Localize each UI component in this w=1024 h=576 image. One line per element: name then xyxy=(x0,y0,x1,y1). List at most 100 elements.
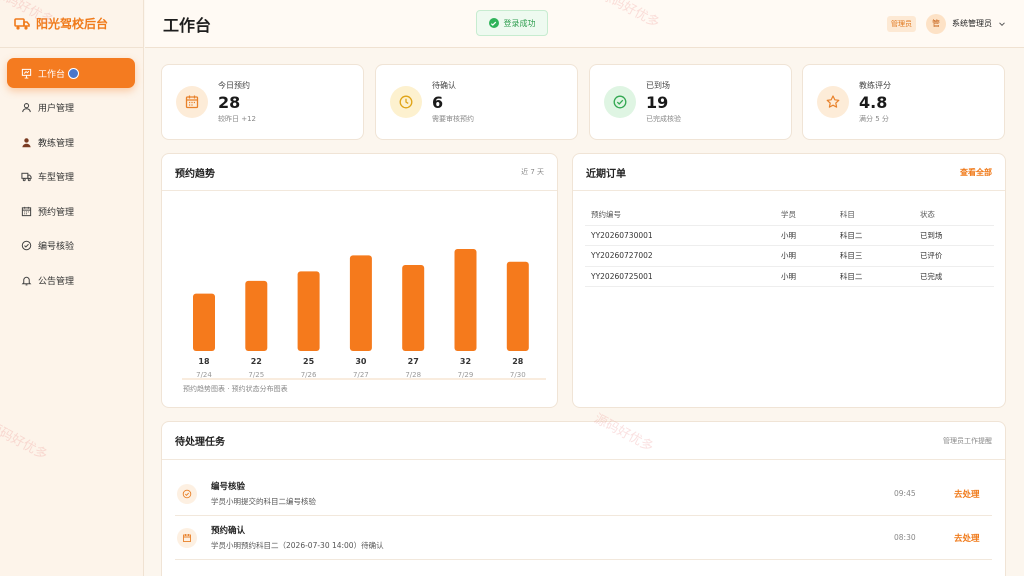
calendar-icon xyxy=(176,86,208,118)
card-header: 待处理任务 管理员工作提醒 xyxy=(162,422,1005,460)
status: 已完成 xyxy=(913,266,994,287)
bar-value-label: 27 xyxy=(408,357,419,366)
truck-logo-icon xyxy=(14,17,30,30)
task-item[interactable]: 预约确认 学员小明预约科目二（2026-07-30 14:00）待确认 08:3… xyxy=(175,516,992,560)
task-desc: 学员小明提交的科目二编号核验 xyxy=(211,497,316,506)
subject: 科目二 xyxy=(833,266,914,287)
subject: 科目二 xyxy=(833,225,914,246)
avatar[interactable]: 管 xyxy=(926,13,946,34)
presentation-icon xyxy=(21,68,32,79)
task-item[interactable]: 编号核验 学员小明提交的科目二编号核验 09:45 去处理 xyxy=(175,472,992,516)
sidebar-item-label: 用户管理 xyxy=(38,104,75,114)
sidebar-item-vehicles[interactable]: 车型管理 xyxy=(7,162,135,192)
brand[interactable]: 阳光驾校后台 xyxy=(0,0,143,48)
handle-button[interactable]: 去处理 xyxy=(954,488,992,500)
handle-button[interactable]: 去处理 xyxy=(954,532,992,544)
sidebar-item-verify[interactable]: 编号核验 xyxy=(7,231,135,261)
range-label[interactable]: 近 7 天 xyxy=(521,167,544,177)
x-tick-label: 7/27 xyxy=(353,371,369,379)
column-header: 状态 xyxy=(913,205,994,226)
order-id: YY20260730001 xyxy=(585,225,775,246)
stat-sub: 满分 5 分 xyxy=(859,115,889,123)
stat-card-today-bookings[interactable]: 今日预约 28 较昨日 +12 xyxy=(161,64,364,140)
card-title: 近期订单 xyxy=(586,168,626,180)
bell-icon xyxy=(21,276,32,285)
bar-value-label: 25 xyxy=(303,357,315,366)
bar-value-label: 22 xyxy=(251,357,262,366)
booking-trend-chart: 18 7/24 22 7/25 25 7/26 30 7/27 27 7/28 32 7/29 28 7/… xyxy=(182,249,546,380)
stat-sub: 已完成核验 xyxy=(646,115,681,123)
sidebar-item-dashboard[interactable]: 工作台 xyxy=(7,58,135,88)
brand-name: 阳光驾校后台 xyxy=(36,17,109,31)
column-header: 科目 xyxy=(833,205,914,226)
table-row[interactable]: YY20260727002 小明 科目三 已评价 xyxy=(585,245,994,267)
stat-label: 教练评分 xyxy=(859,81,891,90)
student: 小明 xyxy=(774,225,834,246)
stat-card-arrived[interactable]: 已到场 19 已完成核验 xyxy=(589,64,792,140)
check-circle-icon xyxy=(604,86,636,118)
login-success-toast: 登录成功 xyxy=(476,10,548,36)
card-header: 近期订单 查看全部 xyxy=(573,154,1005,191)
task-time: 09:45 xyxy=(894,489,916,498)
card-title: 预约趋势 xyxy=(175,168,215,180)
sidebar-item-label: 编号核验 xyxy=(38,242,75,252)
username[interactable]: 系统管理员 xyxy=(952,18,992,29)
stat-card-coach-rating[interactable]: 教练评分 4.8 满分 5 分 xyxy=(802,64,1005,140)
coach-icon xyxy=(22,137,31,147)
table-header-row: 预约编号 学员 科目 状态 xyxy=(585,205,994,226)
stat-label: 今日预约 xyxy=(218,81,250,90)
bar-value-label: 28 xyxy=(512,357,524,366)
sidebar-nav: 工作台 用户管理 教练管理 车型管理 预约管理 编号核验 公告管理 xyxy=(0,48,143,295)
stat-sub: 较昨日 +12 xyxy=(218,115,256,123)
orders-table: 预约编号 学员 科目 状态 YY20260730001 小明 科目二 已到场 Y… xyxy=(585,205,994,287)
header: 工作台 登录成功 管理员 管 系统管理员 xyxy=(145,0,1024,48)
task-title: 预约确认 xyxy=(211,526,246,536)
student: 小明 xyxy=(774,245,834,267)
x-tick-label: 7/25 xyxy=(248,371,264,379)
x-tick-label: 7/29 xyxy=(458,371,474,379)
stat-label: 待确认 xyxy=(432,81,456,90)
chart-bar xyxy=(297,271,320,351)
sidebar-item-label: 工作台 xyxy=(38,69,66,80)
chart-bar xyxy=(506,261,529,351)
task-desc: 学员小明预约科目二（2026-07-30 14:00）待确认 xyxy=(211,541,384,550)
pending-tasks-card: 待处理任务 管理员工作提醒 编号核验 学员小明提交的科目二编号核验 09:45 … xyxy=(161,421,1006,576)
x-tick-label: 7/28 xyxy=(405,371,421,379)
stat-label: 已到场 xyxy=(646,81,670,90)
stat-card-pending[interactable]: 待确认 6 需要审核预约 xyxy=(375,64,578,140)
sidebar-item-bookings[interactable]: 预约管理 xyxy=(7,196,135,226)
view-all-link[interactable]: 查看全部 xyxy=(960,167,992,178)
sidebar-item-users[interactable]: 用户管理 xyxy=(7,93,135,123)
task-title: 编号核验 xyxy=(211,482,246,492)
cursor-indicator xyxy=(68,67,80,79)
column-header: 学员 xyxy=(774,205,834,226)
bar-value-label: 30 xyxy=(355,357,367,366)
tasks-hint: 管理员工作提醒 xyxy=(943,436,992,445)
x-tick-label: 7/26 xyxy=(301,371,317,379)
card-title: 待处理任务 xyxy=(175,437,225,448)
subject: 科目三 xyxy=(833,245,914,267)
role-badge: 管理员 xyxy=(887,15,916,32)
stat-value: 6 xyxy=(432,93,444,112)
chevron-down-icon[interactable] xyxy=(998,20,1006,28)
check-icon xyxy=(488,18,499,28)
status: 已到场 xyxy=(913,225,994,246)
user-menu[interactable]: 管理员 管 系统管理员 xyxy=(887,13,1006,34)
table-row[interactable]: YY20260725001 小明 科目二 已完成 xyxy=(585,266,994,287)
status: 已评价 xyxy=(913,245,994,267)
recent-orders-card: 近期订单 查看全部 预约编号 学员 科目 状态 YY20260730001 小明… xyxy=(572,153,1006,408)
sidebar-item-notices[interactable]: 公告管理 xyxy=(7,265,135,295)
chart-bar xyxy=(454,249,477,351)
sidebar: 阳光驾校后台 工作台 用户管理 教练管理 车型管理 预约管理 编号核验 公告管理 xyxy=(0,0,144,576)
chart-caption: 预约趋势图表 · 预约状态分布图表 xyxy=(183,385,288,393)
user-icon xyxy=(22,103,31,113)
calendar-icon xyxy=(177,527,197,548)
sidebar-item-label: 车型管理 xyxy=(38,173,75,183)
sidebar-item-coaches[interactable]: 教练管理 xyxy=(7,127,135,157)
clock-icon xyxy=(390,86,422,118)
chart-bar xyxy=(245,280,268,351)
page-title: 工作台 xyxy=(163,15,212,35)
table-row[interactable]: YY20260730001 小明 科目二 已到场 xyxy=(585,225,994,246)
sidebar-item-label: 公告管理 xyxy=(38,276,75,287)
student: 小明 xyxy=(774,266,834,287)
